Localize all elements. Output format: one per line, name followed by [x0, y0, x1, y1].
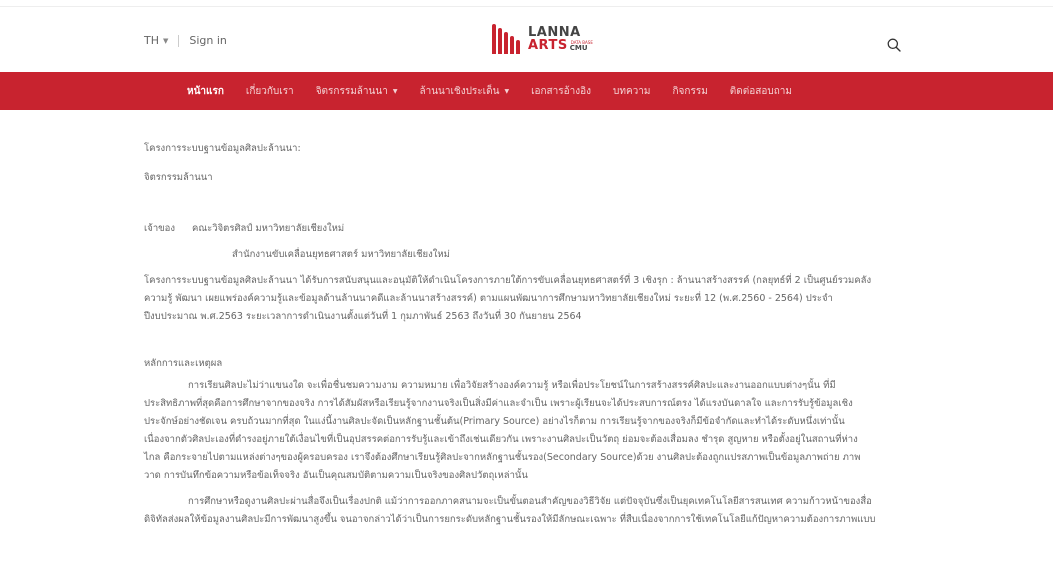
main-navigation: หน้าแรก เกี่ยวกับเรา จิตรกรรมล้านนา ▼ ล้า…: [0, 72, 1053, 110]
site-logo[interactable]: LANNA ARTS DATA BASE CMU: [492, 24, 593, 54]
paragraph-line: วาด การบันทึกข้อความหรือข้อเท็จจริง อันเ…: [144, 470, 528, 481]
nav-item-articles[interactable]: บทความ: [613, 84, 650, 99]
site-header: TH ▼ Sign in LANNA ARTS DATA BASE CMU: [0, 7, 1053, 72]
logo-mark-icon: [492, 24, 522, 54]
language-switcher: TH ▼ Sign in: [144, 34, 227, 47]
project-name: จิตรกรรมล้านนา: [144, 172, 213, 183]
paragraph-line: เนื่องจากตัวศิลปะเองที่ดำรงอยู่ภายใต้เงื…: [144, 434, 858, 445]
sign-in-link[interactable]: Sign in: [189, 34, 227, 47]
nav-item-references[interactable]: เอกสารอ้างอิง: [531, 84, 591, 99]
paragraph-line: ดิจิทัลส่งผลให้ข้อมูลงานศิลปะมีการพัฒนาส…: [144, 514, 876, 525]
owner-value-2: สำนักงานขับเคลื่อนยุทธศาสตร์ มหาวิทยาลัย…: [232, 249, 450, 260]
logo-cmu: CMU: [569, 44, 588, 52]
summary-line: โครงการระบบฐานข้อมูลศิลปะล้านนา ได้รับกา…: [144, 275, 872, 286]
search-icon[interactable]: [887, 38, 901, 52]
rationale-paragraph-2: การศึกษาหรือดูงานศิลปะผ่านสื่อจึงเป็นเรื…: [144, 493, 904, 529]
caret-down-icon: ▼: [504, 87, 510, 95]
logo-line-2: ARTS: [528, 38, 568, 53]
chevron-down-icon[interactable]: ▼: [163, 37, 168, 45]
owner-value-1: คณะวิจิตรศิลป์ มหาวิทยาลัยเชียงใหม่: [192, 223, 345, 234]
summary-line: ความรู้ พัฒนา เผยแพร่องค์ความรู้และข้อมู…: [144, 293, 833, 304]
nav-item-home[interactable]: หน้าแรก: [187, 84, 224, 99]
rationale-paragraph: การเรียนศิลปะไม่ว่าแขนงใด จะเพื่อชื่นชมค…: [144, 377, 904, 485]
section-title: หลักการและเหตุผล: [144, 358, 223, 369]
top-border: [0, 0, 1053, 7]
owner-label: เจ้าของ: [144, 223, 175, 234]
paragraph-line: ไกล คือกระจายไปตามแหล่งต่างๆของผู้ครอบคร…: [144, 452, 861, 463]
nav-item-contact[interactable]: ติดต่อสอบถาม: [730, 84, 792, 99]
paragraph-line: การศึกษาหรือดูงานศิลปะผ่านสื่อจึงเป็นเรื…: [188, 496, 872, 507]
paragraph-line: การเรียนศิลปะไม่ว่าแขนงใด จะเพื่อชื่นชมค…: [188, 380, 836, 391]
main-content: โครงการระบบฐานข้อมูลศิลปะล้านนา: จิตรกรร…: [144, 140, 904, 529]
caret-down-icon: ▼: [392, 87, 398, 95]
logo-text: LANNA ARTS DATA BASE CMU: [528, 26, 593, 52]
nav-item-painting[interactable]: จิตรกรรมล้านนา ▼: [316, 84, 398, 99]
divider: [178, 34, 180, 47]
owner-row: เจ้าของ คณะวิจิตรศิลป์ มหาวิทยาลัยเชียงใ…: [144, 220, 904, 238]
nav-item-activities[interactable]: กิจกรรม: [672, 84, 707, 99]
nav-item-about[interactable]: เกี่ยวกับเรา: [246, 84, 294, 99]
nav-item-topics[interactable]: ล้านนาเชิงประเด็น ▼: [419, 84, 509, 99]
paragraph-line: ประจักษ์อย่างชัดเจน ครบถ้วนมากที่สุด ในแ…: [144, 416, 845, 427]
summary-line: ปีงบประมาณ พ.ศ.2563 ระยะเวลาการดำเนินงาน…: [144, 311, 582, 322]
project-label: โครงการระบบฐานข้อมูลศิลปะล้านนา:: [144, 143, 301, 154]
language-select[interactable]: TH: [144, 34, 159, 47]
paragraph-line: ประสิทธิภาพที่สุดคือการศึกษาจากของจริง ก…: [144, 398, 853, 409]
project-summary: โครงการระบบฐานข้อมูลศิลปะล้านนา ได้รับกา…: [144, 272, 904, 326]
